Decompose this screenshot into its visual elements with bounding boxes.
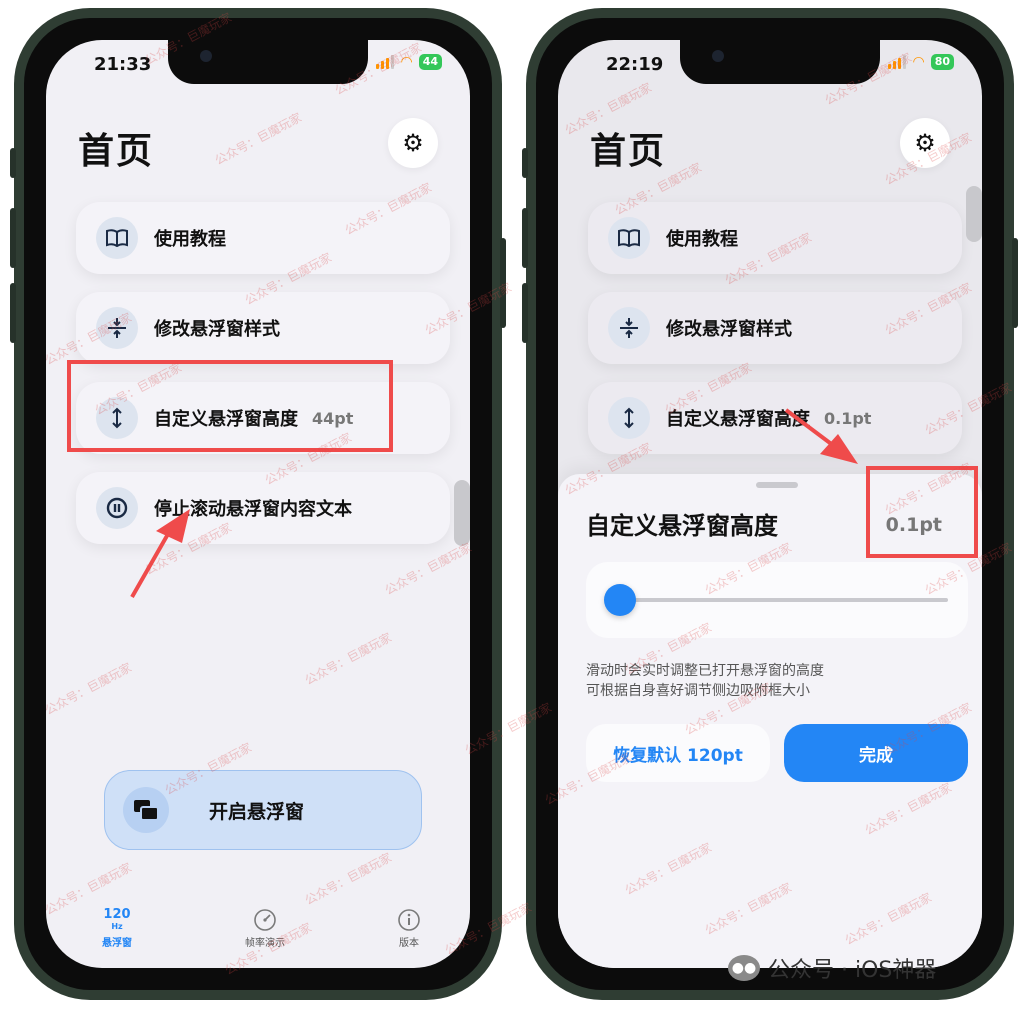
sheet-description: 可根据自身喜好调节侧边吸附框大小 xyxy=(586,683,810,699)
sheet-grabber[interactable] xyxy=(756,482,798,488)
menu-item-label: 使用教程 xyxy=(666,229,738,250)
tab-label: 帧率演示 xyxy=(245,938,285,949)
notch xyxy=(168,40,368,84)
volume-up-button xyxy=(522,208,528,268)
book-icon xyxy=(608,217,650,259)
power-button xyxy=(1012,238,1018,328)
volume-down-button xyxy=(522,283,528,343)
battery-icon: 44 xyxy=(418,54,442,70)
notch xyxy=(680,40,880,84)
camera-icon xyxy=(200,50,212,62)
highlight-box xyxy=(866,466,978,558)
left-phone-frame: 21:33 ◠ 44 首页 ⚙ 使用教程 修改悬浮窗样式 自定义悬浮窗高度 44… xyxy=(10,8,506,1000)
status-icons: ◠ 80 xyxy=(888,54,954,70)
slider-thumb[interactable] xyxy=(604,584,636,616)
menu-item-label: 修改悬浮窗样式 xyxy=(154,319,280,340)
gear-icon: ⚙ xyxy=(914,129,936,157)
tab-label: 版本 xyxy=(399,938,419,949)
tab-icon-subtext: Hz xyxy=(111,922,123,931)
sheet-description: 滑动时会实时调整已打开悬浮窗的高度 xyxy=(586,663,824,679)
footer-watermark: ●● 公众号 · iOS神器 xyxy=(728,952,936,984)
mute-switch xyxy=(522,148,528,178)
highlight-box xyxy=(67,360,393,452)
start-button-label: 开启悬浮窗 xyxy=(209,800,305,823)
120hz-icon: 120 Hz xyxy=(82,908,152,934)
menu-item-label: 使用教程 xyxy=(154,229,226,250)
sheet-title: 自定义悬浮窗高度 xyxy=(586,512,778,540)
wifi-icon: ◠ xyxy=(400,54,413,70)
status-time: 21:33 xyxy=(94,54,152,75)
gear-icon: ⚙ xyxy=(402,129,424,157)
page-title: 首页 xyxy=(78,131,155,172)
scrollbar[interactable] xyxy=(966,186,982,242)
menu-item-custom-height[interactable]: 自定义悬浮窗高度 0.1pt xyxy=(588,382,962,454)
status-icons: ◠ 44 xyxy=(376,54,442,70)
menu-item-tutorial[interactable]: 使用教程 xyxy=(76,202,450,274)
camera-icon xyxy=(712,50,724,62)
left-screen: 21:33 ◠ 44 首页 ⚙ 使用教程 修改悬浮窗样式 自定义悬浮窗高度 44… xyxy=(46,40,470,968)
windows-icon xyxy=(123,787,169,833)
height-slider-card xyxy=(586,562,968,638)
annotation-arrow xyxy=(130,509,190,598)
start-floating-window-button[interactable]: 开启悬浮窗 xyxy=(104,770,422,850)
menu-item-style[interactable]: 修改悬浮窗样式 xyxy=(588,292,962,364)
menu-item-tutorial[interactable]: 使用教程 xyxy=(588,202,962,274)
settings-button[interactable]: ⚙ xyxy=(900,118,950,168)
menu-item-style[interactable]: 修改悬浮窗样式 xyxy=(76,292,450,364)
slider-track[interactable] xyxy=(618,598,948,602)
vertical-resize-icon xyxy=(608,397,650,439)
scrollbar[interactable] xyxy=(454,480,470,546)
tab-icon-text: 120 xyxy=(103,907,131,922)
status-time: 22:19 xyxy=(606,54,664,75)
footer-text: 公众号 · iOS神器 xyxy=(768,958,937,983)
tab-version[interactable]: 版本 xyxy=(374,908,444,949)
page-title: 首页 xyxy=(590,131,667,172)
tab-label: 悬浮窗 xyxy=(102,938,132,949)
signal-icon xyxy=(888,55,907,69)
reset-default-button[interactable]: 恢复默认 120pt xyxy=(586,724,770,782)
power-button xyxy=(500,238,506,328)
volume-up-button xyxy=(10,208,16,268)
tab-frame-rate-demo[interactable]: 帧率演示 xyxy=(230,908,300,949)
info-icon xyxy=(374,908,444,934)
volume-down-button xyxy=(10,283,16,343)
settings-button[interactable]: ⚙ xyxy=(388,118,438,168)
speedometer-icon xyxy=(230,908,300,934)
tab-floating-window[interactable]: 120 Hz 悬浮窗 xyxy=(82,908,152,950)
signal-icon xyxy=(376,55,395,69)
wifi-icon: ◠ xyxy=(912,54,925,70)
done-button[interactable]: 完成 xyxy=(784,724,968,782)
menu-item-label: 修改悬浮窗样式 xyxy=(666,319,792,340)
mute-switch xyxy=(10,148,16,178)
tab-bar: 120 Hz 悬浮窗 帧率演示 版本 xyxy=(46,908,470,958)
book-icon xyxy=(96,217,138,259)
compress-icon xyxy=(96,307,138,349)
compress-icon xyxy=(608,307,650,349)
battery-icon: 80 xyxy=(930,54,954,70)
annotation-arrow xyxy=(784,408,858,464)
wechat-icon: ●● xyxy=(728,955,760,981)
